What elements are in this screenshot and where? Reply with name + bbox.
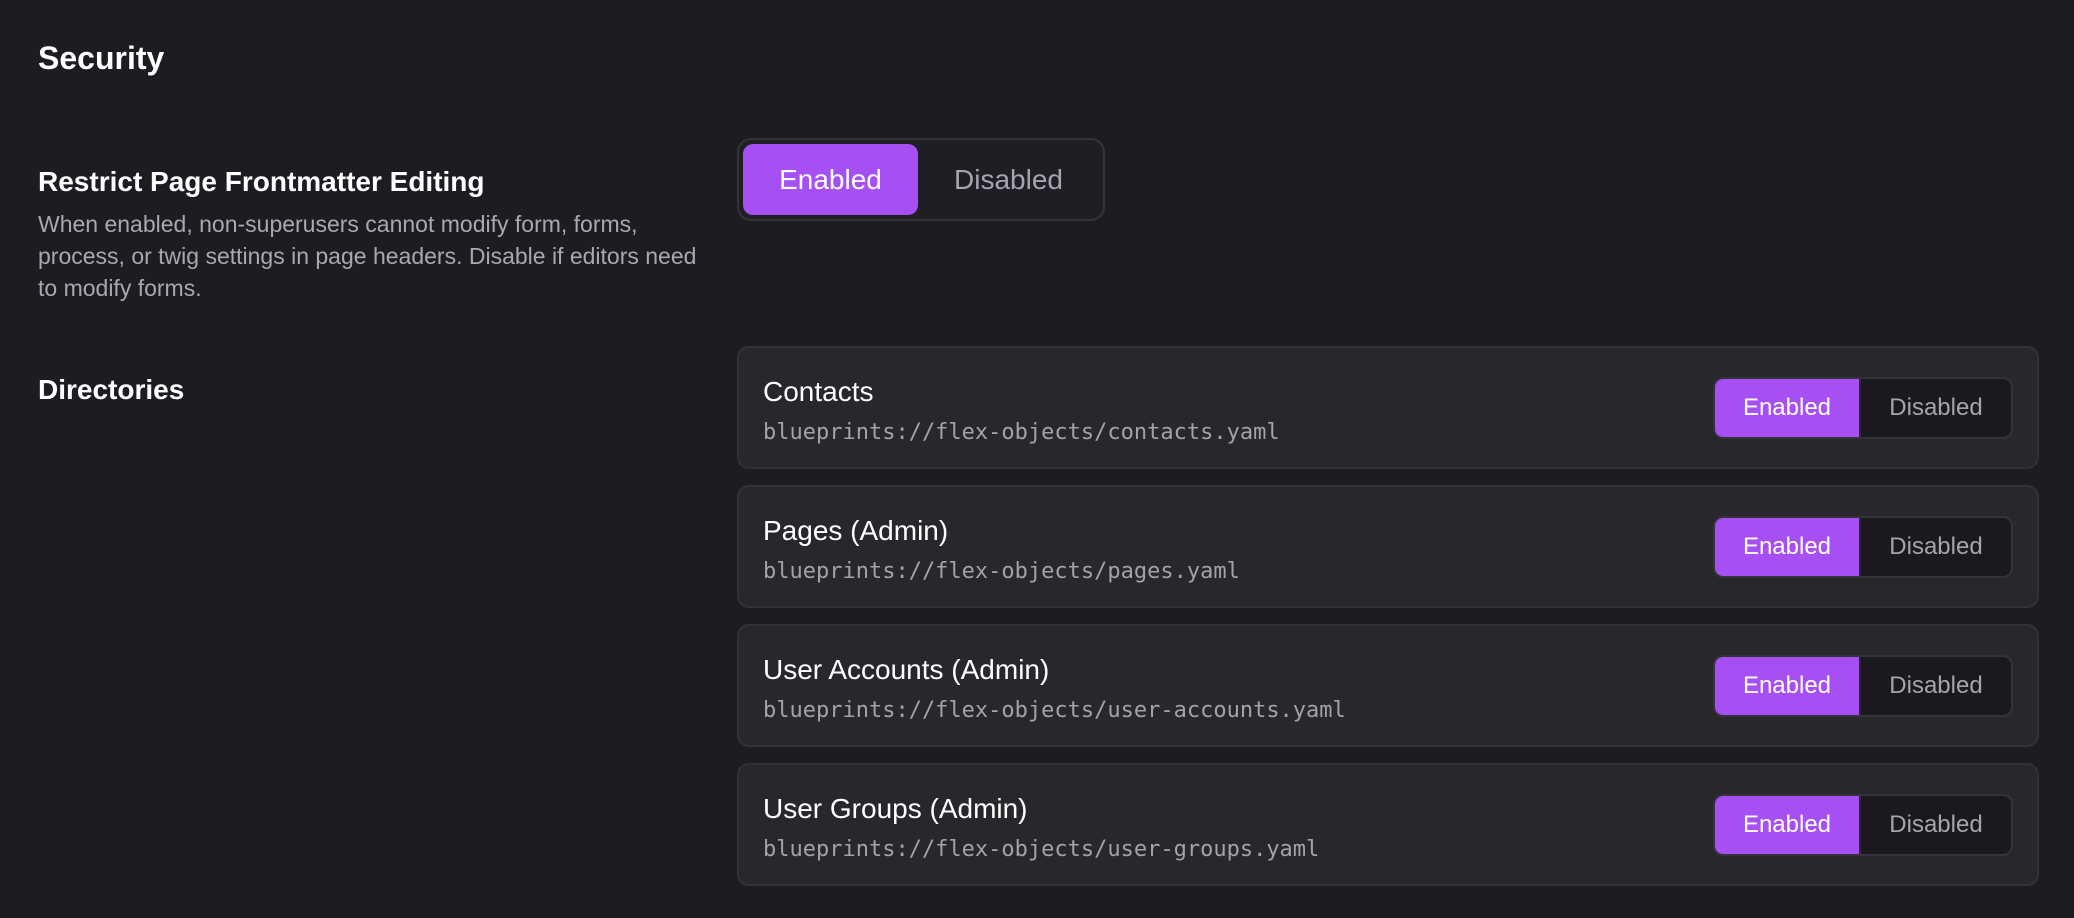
directories-list: Contacts blueprints://flex-objects/conta…	[737, 346, 2039, 902]
directory-toggle: Enabled Disabled	[1713, 655, 2013, 717]
directory-disabled-button[interactable]: Disabled	[1859, 796, 2011, 854]
directory-toggle: Enabled Disabled	[1713, 794, 2013, 856]
directory-path: blueprints://flex-objects/user-groups.ya…	[763, 837, 1320, 862]
directory-enabled-button[interactable]: Enabled	[1715, 379, 1859, 437]
directory-path: blueprints://flex-objects/user-accounts.…	[763, 698, 1346, 723]
directory-card-user-accounts: User Accounts (Admin) blueprints://flex-…	[737, 624, 2039, 747]
directory-enabled-button[interactable]: Enabled	[1715, 796, 1859, 854]
frontmatter-enabled-button[interactable]: Enabled	[743, 144, 918, 215]
directory-enabled-button[interactable]: Enabled	[1715, 518, 1859, 576]
frontmatter-toggle: Enabled Disabled	[737, 138, 1105, 221]
section-title: Security	[38, 40, 165, 76]
directory-name: Pages (Admin)	[763, 515, 949, 546]
directory-card-user-groups: User Groups (Admin) blueprints://flex-ob…	[737, 763, 2039, 886]
directory-disabled-button[interactable]: Disabled	[1859, 518, 2011, 576]
directory-toggle: Enabled Disabled	[1713, 516, 2013, 578]
frontmatter-setting-description: When enabled, non-superusers cannot modi…	[38, 211, 697, 301]
directory-name: User Groups (Admin)	[763, 793, 1028, 824]
directory-enabled-button[interactable]: Enabled	[1715, 657, 1859, 715]
directory-name: User Accounts (Admin)	[763, 654, 1050, 685]
directory-toggle: Enabled Disabled	[1713, 377, 2013, 439]
frontmatter-disabled-button[interactable]: Disabled	[918, 144, 1099, 215]
directory-card-contacts: Contacts blueprints://flex-objects/conta…	[737, 346, 2039, 469]
directory-disabled-button[interactable]: Disabled	[1859, 379, 2011, 437]
directory-path: blueprints://flex-objects/contacts.yaml	[763, 420, 1280, 445]
directory-disabled-button[interactable]: Disabled	[1859, 657, 2011, 715]
directory-path: blueprints://flex-objects/pages.yaml	[763, 559, 1240, 584]
security-settings-page: Security Restrict Page Frontmatter Editi…	[0, 0, 2074, 918]
frontmatter-setting-label: Restrict Page Frontmatter Editing	[38, 166, 485, 197]
directory-name: Contacts	[763, 376, 874, 407]
directories-label: Directories	[38, 374, 185, 405]
directory-card-pages: Pages (Admin) blueprints://flex-objects/…	[737, 485, 2039, 608]
